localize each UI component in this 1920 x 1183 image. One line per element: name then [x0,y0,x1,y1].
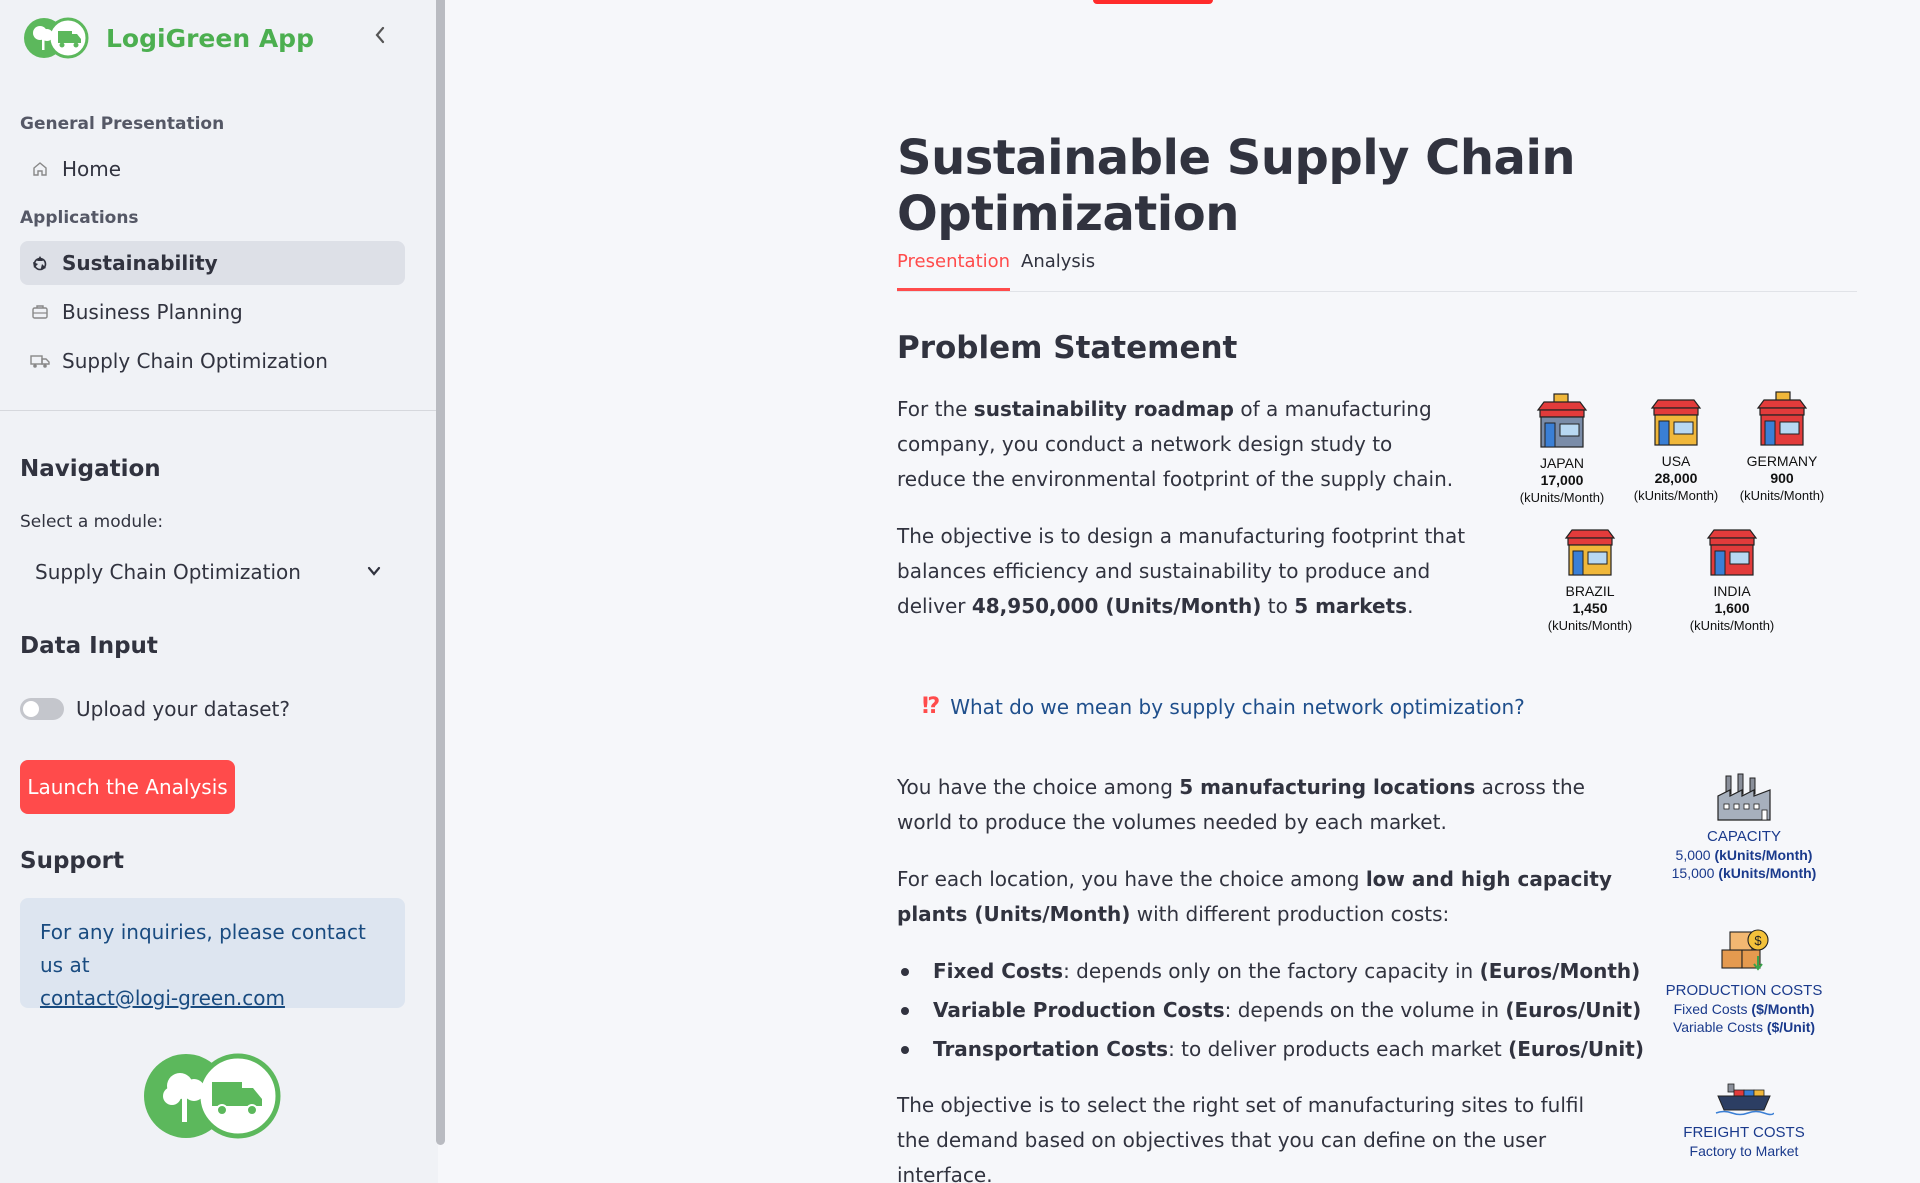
support-email-link[interactable]: contact@logi-green.com [40,986,285,1010]
sidebar: LogiGreen App General Presentation Home … [0,0,438,1183]
market-country: JAPAN [1539,455,1585,471]
sidebar-item-supply-chain-optimization[interactable]: Supply Chain Optimization [20,339,405,383]
tab-presentation[interactable]: Presentation [897,251,1011,291]
truck-icon [30,351,50,371]
freight-costs-info: FREIGHT COSTS Factory to Market [1640,1078,1848,1160]
support-heading: Support [20,848,125,874]
freight-costs-sub: Factory to Market [1689,1143,1799,1159]
list-item: Variable Production Costs: depends on th… [897,991,1644,1030]
sidebar-divider [0,410,436,411]
market-unit: (kUnits/Month) [1739,488,1825,503]
paragraph-intro: For the sustainability roadmap of a manu… [897,397,1454,491]
paragraph-final-objective: The objective is to select the right set… [897,1093,1585,1183]
market-germany: GERMANY 900 (kUnits/Month) [1730,390,1834,504]
capacity-low: 5,000 (kUnits/Month) [1675,847,1813,863]
market-quantity: 1,600 [1714,600,1750,616]
recycle-icon [30,253,50,273]
page-title: Sustainable Supply Chain Optimization [897,130,1576,242]
app-name: LogiGreen App [106,23,314,53]
market-country: BRAZIL [1565,583,1615,599]
collapse-sidebar-button[interactable] [362,18,398,52]
capacity-info: CAPACITY 5,000 (kUnits/Month) 15,000 (kU… [1640,772,1848,882]
support-info-box: For any inquiries, please contact us at … [20,898,405,1010]
market-unit: (kUnits/Month) [1519,490,1605,505]
factory-icon [1717,773,1771,821]
chevron-left-icon [375,26,385,44]
fixed-costs-line: Fixed Costs ($/Month) [1673,1001,1815,1017]
select-module-label: Select a module: [20,512,164,532]
running-indicator [1093,0,1213,4]
sidebar-item-sustainability[interactable]: Sustainability [20,241,405,285]
module-select[interactable]: Supply Chain Optimization [20,548,405,596]
section-applications: Applications [20,208,139,228]
capacity-high: 15,000 (kUnits/Month) [1671,865,1817,881]
store-icon [1536,393,1588,448]
sidebar-item-label: Business Planning [62,300,243,324]
market-unit: (kUnits/Month) [1547,618,1633,633]
faq-expander[interactable]: ⁉ What do we mean by supply chain networ… [922,694,1525,719]
store-icon [1650,399,1702,446]
list-item: Transportation Costs: to deliver product… [897,1030,1644,1069]
market-country: GERMANY [1746,453,1818,469]
market-quantity: 1,450 [1572,600,1608,616]
home-icon [30,159,50,179]
sidebar-item-label: Home [62,157,122,181]
paragraph-capacity: For each location, you have the choice a… [897,867,1612,926]
market-usa: USA 28,000 (kUnits/Month) [1624,390,1728,504]
market-quantity: 28,000 [1654,470,1698,486]
cargo-ship-icon [1715,1083,1774,1116]
sidebar-item-label: Sustainability [62,251,218,275]
cost-bullet-list: Fixed Costs: depends only on the factory… [897,952,1644,1069]
module-select-value: Supply Chain Optimization [35,560,301,584]
sidebar-scrollbar[interactable] [436,0,445,1145]
production-costs-info: $ PRODUCTION COSTS Fixed Costs ($/Month)… [1640,920,1848,1036]
market-quantity: 900 [1770,470,1794,486]
upload-dataset-toggle[interactable] [20,698,64,720]
briefcase-icon [30,302,50,322]
sidebar-item-label: Supply Chain Optimization [62,349,328,373]
market-quantity: 17,000 [1540,472,1584,488]
boxes-coin-icon: $ [1721,929,1769,971]
upload-toggle-row: Upload your dataset? [20,697,290,721]
paragraph-locations: You have the choice among 5 manufacturin… [897,775,1585,834]
market-country: USA [1661,453,1691,469]
list-item: Fixed Costs: depends only on the factory… [897,952,1644,991]
chevron-down-icon [367,566,381,576]
market-country: INDIA [1713,583,1751,599]
tab-analysis[interactable]: Analysis [1021,251,1095,288]
problem-statement-heading: Problem Statement [897,330,1238,366]
upload-dataset-label: Upload your dataset? [76,697,290,721]
launch-analysis-button[interactable]: Launch the Analysis [20,760,235,814]
market-unit: (kUnits/Month) [1633,488,1719,503]
tab-bar: Presentation Analysis [897,240,1857,292]
store-icon [1706,529,1758,576]
store-icon [1564,529,1616,576]
section-general-presentation: General Presentation [20,114,225,134]
sidebar-item-home[interactable]: Home [20,147,405,191]
production-costs-title: PRODUCTION COSTS [1665,982,1823,999]
sidebar-item-business-planning[interactable]: Business Planning [20,290,405,334]
market-japan: JAPAN 17,000 (kUnits/Month) [1510,392,1614,506]
freight-costs-title: FREIGHT COSTS [1683,1124,1805,1141]
faq-text: What do we mean by supply chain network … [950,694,1525,719]
logigreen-bottom-logo-icon [144,1053,281,1139]
store-icon [1756,391,1808,446]
market-brazil: BRAZIL 1,450 (kUnits/Month) [1538,520,1642,634]
navigation-heading: Navigation [20,456,161,482]
paragraph-objective: The objective is to design a manufacturi… [897,524,1466,618]
capacity-title: CAPACITY [1707,828,1781,845]
variable-costs-line: Variable Costs ($/Unit) [1672,1019,1816,1035]
market-india: INDIA 1,600 (kUnits/Month) [1680,520,1784,634]
support-text: For any inquiries, please contact us at [40,920,366,977]
app-logo-row: LogiGreen App [22,16,314,60]
logigreen-logo-icon [24,17,89,59]
svg-text:$: $ [1754,933,1762,948]
market-unit: (kUnits/Month) [1689,618,1775,633]
interrobang-icon: ⁉ [922,694,941,719]
data-input-heading: Data Input [20,633,158,659]
